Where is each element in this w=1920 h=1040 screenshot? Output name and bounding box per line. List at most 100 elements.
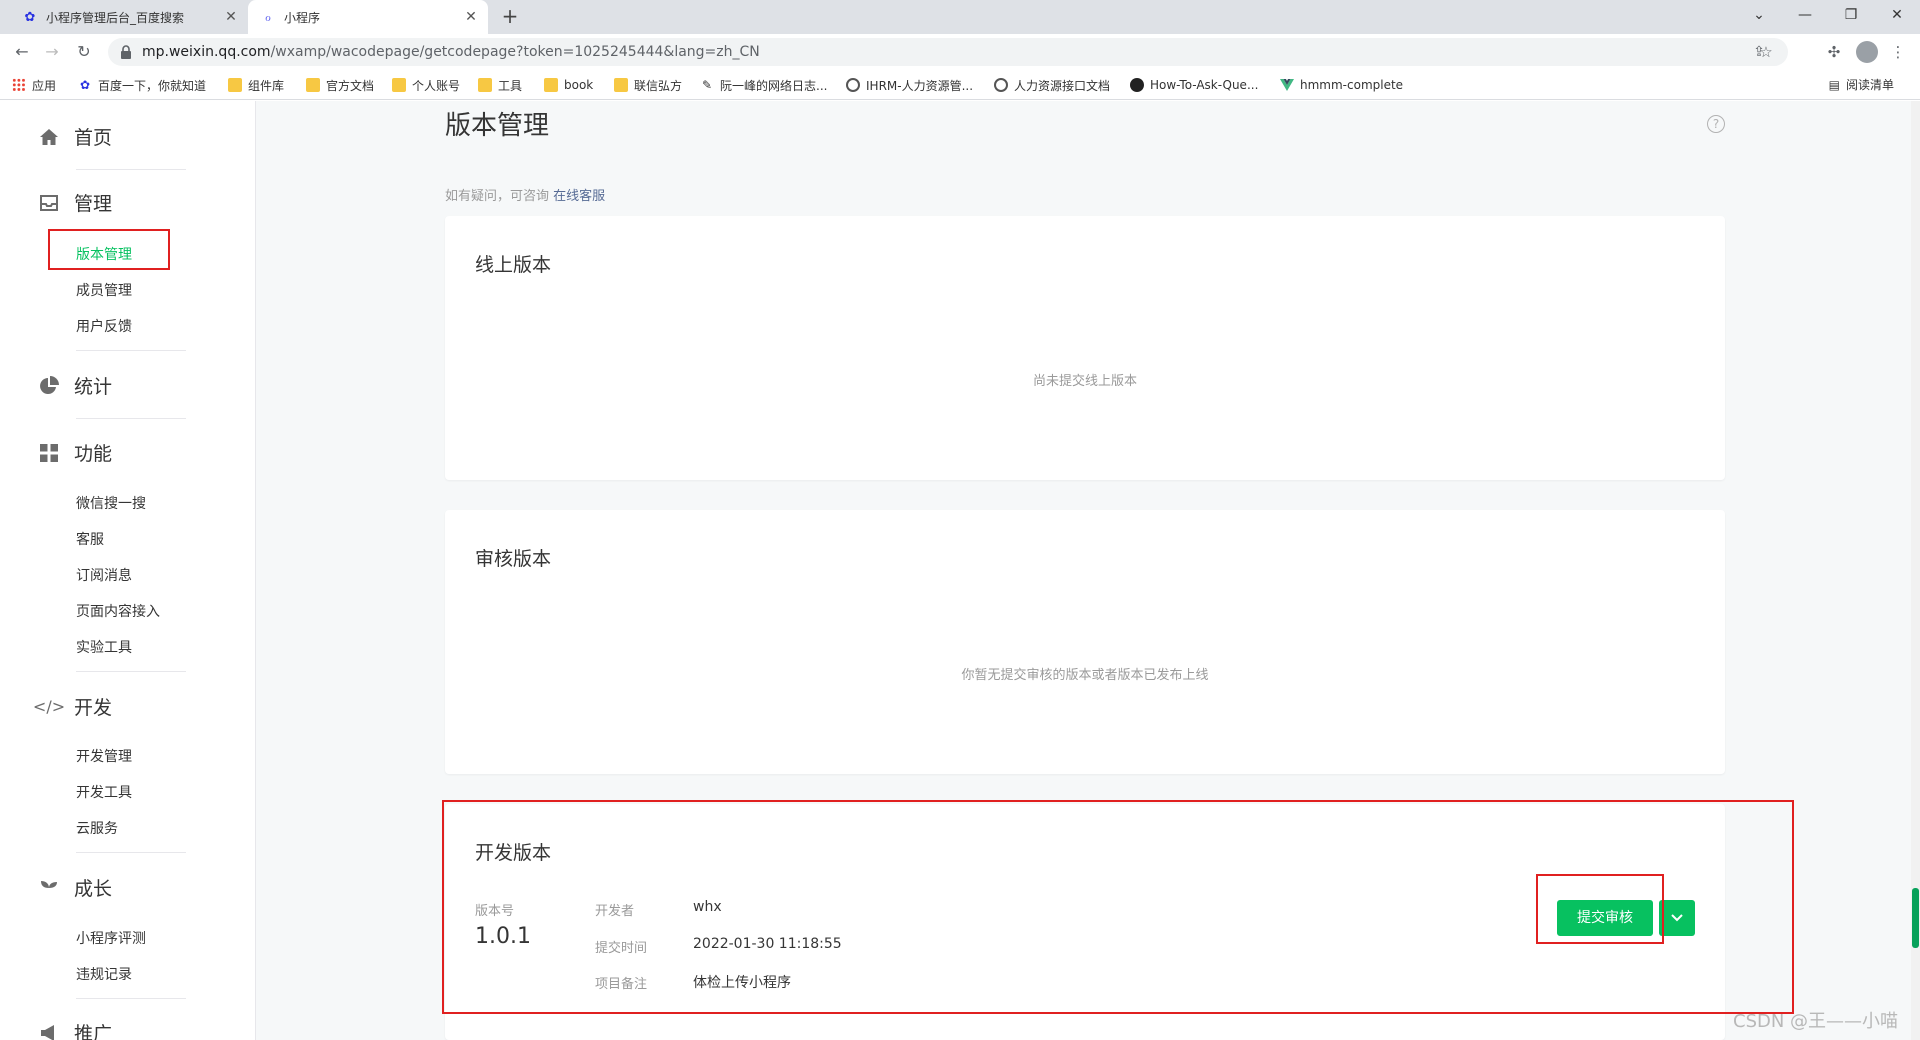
page-title: 版本管理 (445, 111, 550, 141)
folder-icon (614, 78, 628, 92)
submit-review-button[interactable]: 提交审核 (1557, 900, 1653, 936)
divider (76, 852, 186, 853)
consult-text: 如有疑问，可咨询 (445, 189, 550, 204)
bookmarks-bar: 应用 ✿ 百度一下，你就知道 组件库 官方文档 个人账号 工具 book 联信弘… (0, 70, 1920, 100)
miniprogram-icon: ℴ (264, 9, 271, 25)
folder-icon (306, 78, 320, 92)
sidebar-item-home[interactable]: 首页 (38, 123, 112, 150)
baidu-paw-icon: ✿ (79, 78, 91, 92)
sidebar-item-user-feedback[interactable]: 用户反馈 (76, 316, 132, 336)
forward-arrow-icon[interactable]: → (40, 40, 64, 64)
bookmark-label: book (564, 78, 594, 92)
bookmark-folder[interactable]: 联信弘方 (614, 76, 682, 94)
sidebar-item-wechat-search[interactable]: 微信搜一搜 (76, 493, 146, 513)
sidebar-item-dev-manage[interactable]: 开发管理 (76, 746, 132, 766)
restore-button[interactable]: ❐ (1828, 0, 1874, 34)
empty-state-text: 你暂无提交审核的版本或者版本已发布上线 (961, 668, 1209, 683)
bookmark-label: IHRM-人力资源管... (866, 78, 974, 93)
sidebar-item-customer-service[interactable]: 客服 (76, 529, 104, 549)
sidebar-item-page-content[interactable]: 页面内容接入 (76, 601, 160, 621)
bookmark-folder[interactable]: 工具 (478, 76, 522, 94)
apps-grid-icon (12, 78, 26, 92)
close-tab-icon[interactable]: ✕ (460, 9, 482, 25)
tab-title: 小程序 (284, 10, 321, 25)
browser-tab-bar: ✿ 小程序管理后台_百度搜索 ✕ ℴ 小程序 ✕ + ⌄ — ❐ ✕ (0, 0, 1920, 34)
scrollbar-thumb[interactable] (1912, 888, 1919, 948)
sidebar-item-manage[interactable]: 管理 (38, 189, 112, 216)
browser-toolbar: ← → ↻ mp.weixin.qq.com/wxamp/wacodepage/… (0, 34, 1920, 70)
empty-state-text: 尚未提交线上版本 (1032, 374, 1137, 389)
page-scrollbar[interactable] (1911, 101, 1920, 1040)
bookmark-github[interactable]: How-To-Ask-Que... (1130, 76, 1258, 94)
sidebar-item-stats[interactable]: 统计 (38, 372, 112, 399)
sidebar-item-cloud-service[interactable]: 云服务 (76, 818, 118, 838)
divider (76, 418, 186, 419)
sidebar-item-version-manage[interactable]: 版本管理 (76, 244, 132, 264)
sidebar: 首页 管理 版本管理 成员管理 用户反馈 统计 功能 微信搜一搜 客服 订阅消息… (0, 101, 256, 1040)
menu-kebab-icon[interactable]: ⋮ (1886, 40, 1910, 64)
online-version-card: 线上版本 尚未提交线上版本 (445, 216, 1725, 480)
bookmark-folder[interactable]: book (544, 76, 593, 94)
online-service-link[interactable]: 在线客服 (553, 189, 605, 204)
sidebar-item-growth[interactable]: 成长 (38, 874, 112, 901)
bookmark-label: 阮一峰的网络日志... (720, 78, 828, 93)
bookmark-hr-api[interactable]: 人力资源接口文档 (994, 76, 1110, 94)
project-note-value: 体检上传小程序 (693, 975, 791, 991)
browser-tab-miniprogram[interactable]: ℴ 小程序 ✕ (248, 0, 488, 34)
code-icon: </> (32, 697, 66, 716)
bookmark-star-icon[interactable]: ☆ (1754, 40, 1778, 64)
more-options-dropdown-button[interactable] (1659, 900, 1695, 936)
bookmark-folder[interactable]: 组件库 (228, 76, 284, 94)
sidebar-item-dev-tools[interactable]: 开发工具 (76, 782, 132, 802)
browser-tab-baidu[interactable]: ✿ 小程序管理后台_百度搜索 ✕ (10, 0, 248, 34)
sidebar-item-lab-tools[interactable]: 实验工具 (76, 637, 132, 657)
address-bar[interactable]: mp.weixin.qq.com/wxamp/wacodepage/getcod… (108, 38, 1788, 66)
close-window-button[interactable]: ✕ (1874, 0, 1920, 34)
watermark-text: CSDN @王——小喵 (1733, 1011, 1899, 1032)
url-text[interactable]: mp.weixin.qq.com/wxamp/wacodepage/getcod… (142, 44, 760, 60)
globe-icon (846, 78, 860, 92)
url-host: mp.weixin.qq.com (142, 44, 271, 60)
divider (76, 998, 186, 999)
sidebar-item-evaluation[interactable]: 小程序评测 (76, 928, 146, 948)
home-icon (38, 126, 60, 148)
tab-search-icon[interactable]: ⌄ (1736, 0, 1782, 34)
divider (76, 350, 186, 351)
bookmark-label: 组件库 (248, 78, 285, 93)
sidebar-item-features[interactable]: 功能 (38, 439, 112, 466)
help-question-icon[interactable]: ? (1707, 115, 1725, 133)
vue-icon (1280, 79, 1294, 91)
reading-list-button[interactable]: ▤ 阅读清单 (1829, 76, 1894, 93)
sidebar-item-label: 推广 (74, 1023, 113, 1040)
bookmark-baidu[interactable]: ✿ 百度一下，你就知道 (78, 76, 206, 94)
bookmark-apps[interactable]: 应用 (12, 76, 56, 94)
reload-icon[interactable]: ↻ (72, 40, 96, 64)
sidebar-item-dev[interactable]: </> 开发 (32, 693, 113, 720)
sprout-icon (38, 877, 60, 899)
bookmark-label: hmmm-complete (1300, 78, 1404, 92)
bookmark-label: 个人账号 (412, 78, 461, 93)
close-tab-icon[interactable]: ✕ (220, 9, 242, 25)
developer-label: 开发者 (595, 904, 635, 919)
bookmark-folder[interactable]: 官方文档 (306, 76, 374, 94)
bookmark-hmmm[interactable]: hmmm-complete (1280, 76, 1403, 94)
folder-icon (544, 78, 558, 92)
sidebar-item-violations[interactable]: 违规记录 (76, 964, 132, 984)
sidebar-item-member-manage[interactable]: 成员管理 (76, 280, 132, 300)
profile-avatar-icon[interactable] (1856, 41, 1878, 63)
bookmark-blog[interactable]: ✎ 阮一峰的网络日志... (700, 76, 827, 94)
minimize-button[interactable]: — (1782, 0, 1828, 34)
sidebar-item-label: 开发 (74, 697, 113, 719)
bookmark-folder[interactable]: 个人账号 (392, 76, 460, 94)
bookmark-label: 百度一下，你就知道 (98, 78, 207, 93)
megaphone-icon (38, 1022, 60, 1040)
back-arrow-icon[interactable]: ← (10, 40, 34, 64)
chevron-down-icon (1671, 914, 1683, 922)
sidebar-item-subscribe-message[interactable]: 订阅消息 (76, 565, 132, 585)
sidebar-item-promote[interactable]: 推广 (38, 1019, 112, 1040)
folder-icon (478, 78, 492, 92)
extensions-puzzle-icon[interactable]: ✣ (1822, 40, 1846, 64)
bookmark-ihrm[interactable]: IHRM-人力资源管... (846, 76, 973, 94)
new-tab-button[interactable]: + (498, 5, 522, 29)
